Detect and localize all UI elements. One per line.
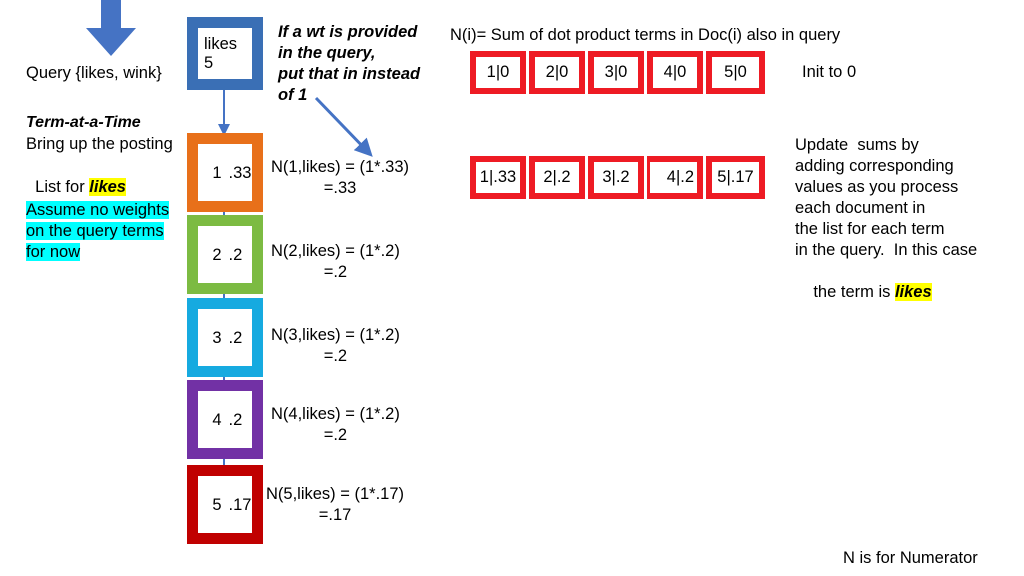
- posting-entry-3-weight: .2: [228, 328, 243, 347]
- posting-entry-2-weight: .2: [228, 245, 243, 264]
- computation-3-expr: N(3,likes) = (1*.2): [271, 326, 400, 344]
- posting-entry-4: 4 .2: [187, 380, 263, 459]
- accumulator-init-2: 2|0: [529, 51, 585, 94]
- update-note-line-7: the term is likes: [795, 261, 977, 324]
- posting-entry-5: 5 .17: [187, 465, 263, 544]
- computation-5: N(5,likes) = (1*.17) =.17: [266, 484, 404, 526]
- posting-entry-2: 2 .2: [187, 215, 263, 294]
- computation-5-result: =.17: [318, 506, 352, 524]
- update-note-line-2: adding corresponding: [795, 157, 954, 175]
- update-note-line-4: each document in: [795, 199, 926, 217]
- computation-1: N(1,likes) = (1*.33) =.33: [271, 157, 409, 199]
- posting-list-df: 5: [204, 53, 214, 72]
- posting-entry-5-weight: .17: [228, 495, 252, 514]
- computation-5-expr: N(5,likes) = (1*.17): [266, 485, 405, 503]
- weight-note-line-2: in the query,: [278, 44, 376, 62]
- computation-4: N(4,likes) = (1*.2) =.2: [271, 404, 400, 446]
- computation-2-result: =.2: [323, 263, 348, 281]
- weight-note-line-3: put that in instead: [278, 65, 421, 83]
- query-line: Query {likes, wink}: [26, 64, 162, 82]
- accumulator-updated-5: 5|.17: [706, 156, 765, 199]
- computation-4-result: =.2: [323, 426, 348, 444]
- posting-entry-4-doc: 4: [212, 410, 222, 429]
- update-note-line-6: in the query. In this case: [795, 241, 978, 259]
- posting-entry-1: 1 .33: [187, 133, 263, 212]
- posting-entry-1-weight: .33: [228, 163, 252, 182]
- accumulator-updated-3: 3|.2: [588, 156, 644, 199]
- computation-4-expr: N(4,likes) = (1*.2): [271, 405, 400, 423]
- list-for-label: List for: [35, 178, 90, 196]
- computation-2-expr: N(2,likes) = (1*.2): [271, 242, 400, 260]
- assume-line-3: for now: [26, 243, 81, 261]
- assume-no-weights-note: Assume no weights on the query terms for…: [26, 200, 170, 263]
- init-to-zero-label: Init to 0: [802, 63, 857, 81]
- computation-3-result: =.2: [323, 347, 348, 365]
- posting-entry-4-weight: .2: [228, 410, 243, 429]
- bring-up-posting-line1: Bring up the posting: [26, 135, 173, 153]
- posting-list-term: likes: [204, 34, 238, 53]
- bring-up-posting-line2: List for likes: [26, 156, 126, 198]
- term-at-a-time-heading: Term-at-a-Time: [26, 114, 141, 131]
- update-note-line-3: values as you process: [795, 178, 959, 196]
- computation-1-expr: N(1,likes) = (1*.33): [271, 158, 410, 176]
- update-note-term-highlight: likes: [894, 283, 932, 301]
- accumulator-init-5: 5|0: [706, 51, 765, 94]
- down-arrow-icon: [82, 0, 140, 58]
- accumulator-updated-4: 4|.2: [647, 156, 703, 199]
- posting-entry-3: 3 .2: [187, 298, 263, 377]
- likes-term-highlight: likes: [89, 178, 126, 196]
- update-note-line-5: the list for each term: [795, 220, 945, 238]
- accumulator-updated-1: 1|.33: [470, 156, 526, 199]
- computation-3: N(3,likes) = (1*.2) =.2: [271, 325, 400, 367]
- posting-entry-2-doc: 2: [212, 245, 222, 264]
- update-note-term-prefix: the term is: [813, 283, 895, 301]
- computation-2: N(2,likes) = (1*.2) =.2: [271, 241, 400, 283]
- numerator-definition: N(i)= Sum of dot product terms in Doc(i)…: [450, 26, 841, 44]
- weight-note-line-1: If a wt is provided: [278, 23, 418, 41]
- posting-list-header-box: likes 5: [187, 17, 263, 90]
- accumulator-init-3: 3|0: [588, 51, 644, 94]
- posting-entry-3-doc: 3: [212, 328, 222, 347]
- accumulator-updated-2: 2|.2: [529, 156, 585, 199]
- assume-line-1: Assume no weights: [26, 201, 170, 219]
- accumulator-init-4: 4|0: [647, 51, 703, 94]
- assume-line-2: on the query terms: [26, 222, 164, 240]
- accumulator-init-1: 1|0: [470, 51, 526, 94]
- update-note: Update sums by adding corresponding valu…: [795, 135, 977, 324]
- posting-entry-1-doc: 1: [212, 163, 222, 182]
- numerator-footnote: N is for Numerator: [843, 549, 978, 567]
- posting-entry-5-doc: 5: [212, 495, 222, 514]
- computation-1-result: =.33: [323, 179, 357, 197]
- update-note-line-1: Update sums by: [795, 136, 919, 154]
